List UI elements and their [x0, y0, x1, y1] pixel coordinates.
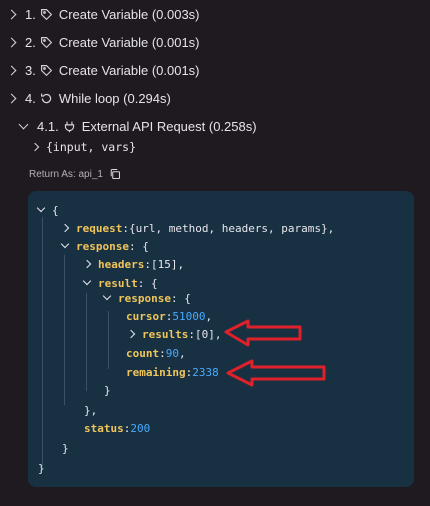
return-as-label: Return As: api_1 [29, 168, 103, 180]
json-close-brace: }, [84, 403, 98, 417]
step-3[interactable]: 3. Create Variable (0.001s) [6, 60, 200, 80]
substep-4-1[interactable]: 4.1. External API Request (0.258s) [18, 116, 257, 136]
step-1[interactable]: 1. Create Variable (0.003s) [6, 4, 200, 24]
step-number: 4.1. [37, 118, 59, 134]
chevron-right-icon[interactable] [6, 37, 17, 47]
input-vars-row[interactable]: {input, vars} [30, 137, 137, 157]
json-root-open[interactable]: { [36, 201, 59, 219]
annotation-arrow-icon [226, 359, 326, 387]
indent-guide [64, 255, 65, 405]
chevron-right-icon[interactable] [30, 142, 40, 152]
json-status: status: 200 [84, 421, 151, 435]
chevron-down-icon[interactable] [82, 276, 92, 286]
return-as: Return As: api_1 [29, 168, 121, 180]
plug-icon [62, 118, 78, 134]
input-vars: {input, vars} [46, 140, 137, 154]
step-number: 1. [25, 6, 36, 22]
chevron-right-icon[interactable] [6, 65, 17, 75]
step-label: While loop (0.294s) [58, 90, 171, 106]
tag-icon [39, 6, 55, 22]
json-results[interactable]: results: [0], [126, 325, 221, 343]
step-label: Create Variable (0.001s) [58, 34, 200, 50]
copy-icon[interactable] [109, 168, 121, 180]
step-number: 2. [25, 34, 36, 50]
step-number: 4. [25, 90, 36, 106]
chevron-right-icon[interactable] [6, 9, 17, 19]
chevron-right-icon[interactable] [60, 223, 70, 233]
chevron-down-icon[interactable] [36, 203, 46, 213]
step-label: Create Variable (0.001s) [58, 62, 200, 78]
step-number: 3. [25, 62, 36, 78]
json-request[interactable]: request: {url, method, headers, params}, [60, 219, 334, 237]
json-viewer: { request: {url, method, headers, params… [28, 191, 414, 487]
indent-guide [42, 217, 43, 467]
tag-icon [39, 62, 55, 78]
json-headers[interactable]: headers: [15], [82, 255, 184, 273]
step-2[interactable]: 2. Create Variable (0.001s) [6, 32, 200, 52]
chevron-right-icon[interactable] [6, 93, 17, 103]
tag-icon [39, 34, 55, 50]
json-response[interactable]: response: { [60, 237, 149, 255]
step-label: External API Request (0.258s) [81, 118, 257, 134]
step-4[interactable]: 4. While loop (0.294s) [6, 88, 171, 108]
chevron-down-icon[interactable] [18, 119, 29, 129]
json-cursor: cursor: 51000, [126, 309, 213, 323]
indent-guide [86, 293, 87, 391]
json-close-brace: } [62, 441, 69, 455]
json-close-brace: } [38, 461, 45, 475]
indent-guide [108, 311, 109, 369]
step-label: Create Variable (0.003s) [58, 6, 200, 22]
loop-icon [39, 90, 55, 106]
json-inner-response[interactable]: response: { [102, 289, 191, 307]
chevron-right-icon[interactable] [82, 259, 92, 269]
chevron-right-icon[interactable] [126, 329, 136, 339]
annotation-arrow-icon [224, 319, 302, 347]
json-close-brace: } [104, 383, 111, 397]
json-remaining: remaining: 2338 [126, 365, 219, 379]
chevron-down-icon[interactable] [60, 239, 70, 249]
json-count: count: 90, [126, 346, 186, 360]
chevron-down-icon[interactable] [102, 291, 112, 301]
